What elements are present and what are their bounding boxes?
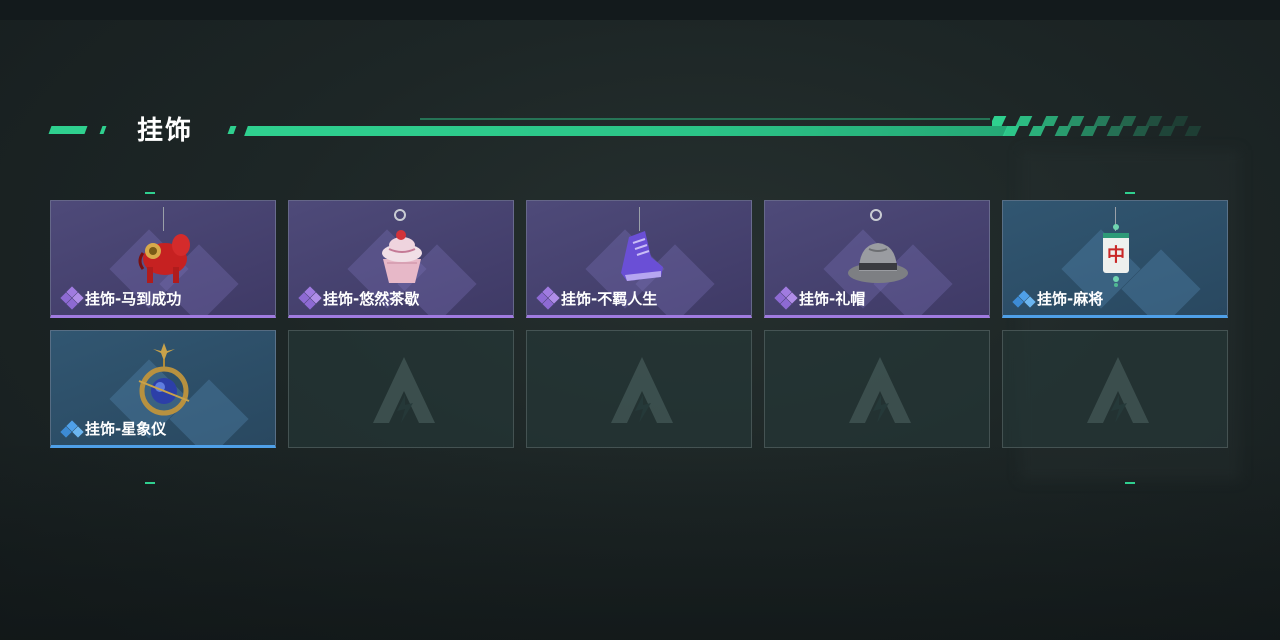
header-accent-dash: [48, 126, 88, 134]
chain-ring: [394, 209, 406, 221]
charm-card-fedora[interactable]: 挂饰-礼帽: [764, 200, 990, 318]
section-title: 挂饰: [137, 116, 194, 146]
empty-slot[interactable]: [288, 330, 514, 448]
game-logo-placeholder-icon: [849, 357, 911, 423]
charm-label: 挂饰-不羁人生: [536, 286, 658, 310]
purple-rarity-icon: [60, 286, 84, 310]
charm-name: 挂饰-星象仪: [85, 419, 167, 438]
blue-rarity-icon: [60, 417, 84, 439]
blue-rarity-icon: [1012, 287, 1036, 309]
purple-rarity-icon: [298, 286, 322, 310]
charm-name: 挂饰-悠然茶歇: [323, 289, 420, 308]
game-logo-placeholder-icon: [1087, 357, 1149, 423]
fedora-hat-charm-icon: [848, 243, 908, 283]
charm-name: 挂饰-礼帽: [799, 289, 866, 308]
charm-card-horse[interactable]: 挂饰-马到成功: [50, 200, 276, 318]
charm-name: 挂饰-麻将: [1037, 289, 1104, 308]
mahjong-tile-charm-icon: 中: [1103, 224, 1129, 287]
purple-rarity-icon: [536, 286, 560, 310]
header-checker-pattern: [992, 116, 1202, 136]
charm-grid: 挂饰-马到成功 挂饰-悠然茶歇 挂饰-不羁人生 挂饰-礼帽 中 挂饰-麻将 挂饰…: [50, 200, 1230, 450]
charm-card-mahjong[interactable]: 中 挂饰-麻将: [1002, 200, 1228, 318]
chain-ring: [870, 209, 882, 221]
charm-label: 挂饰-星象仪: [60, 417, 167, 439]
corner-mark: [145, 192, 155, 194]
astrolabe-charm-icon: [138, 343, 190, 416]
charm-card-cupcake[interactable]: 挂饰-悠然茶歇: [288, 200, 514, 318]
charm-label: 挂饰-悠然茶歇: [298, 286, 420, 310]
header-accent-bar: [244, 126, 1008, 136]
charm-name: 挂饰-马到成功: [85, 289, 182, 308]
top-bar: [0, 0, 1280, 20]
corner-mark: [1125, 192, 1135, 194]
red-horse-charm-icon: [138, 234, 190, 283]
charm-name: 挂饰-不羁人生: [561, 289, 658, 308]
header-accent-dash: [227, 126, 237, 134]
section-header: 挂饰: [0, 108, 1280, 148]
charm-label: 挂饰-马到成功: [60, 286, 182, 310]
purple-rarity-icon: [774, 286, 798, 310]
header-thin-line: [420, 118, 990, 120]
corner-mark: [1125, 482, 1135, 484]
cupcake-charm-icon: [382, 230, 422, 283]
sneaker-charm-icon: [621, 231, 663, 281]
empty-slot[interactable]: [764, 330, 990, 448]
empty-slot[interactable]: [526, 330, 752, 448]
charm-label: 挂饰-麻将: [1012, 287, 1104, 309]
empty-slot[interactable]: [1002, 330, 1228, 448]
charm-label: 挂饰-礼帽: [774, 286, 866, 310]
charm-card-astrolabe[interactable]: 挂饰-星象仪: [50, 330, 276, 448]
charm-card-sneaker[interactable]: 挂饰-不羁人生: [526, 200, 752, 318]
svg-text:中: 中: [1107, 244, 1125, 266]
corner-mark: [145, 482, 155, 484]
header-accent-dash: [99, 126, 107, 134]
game-logo-placeholder-icon: [373, 357, 435, 423]
game-logo-placeholder-icon: [611, 357, 673, 423]
